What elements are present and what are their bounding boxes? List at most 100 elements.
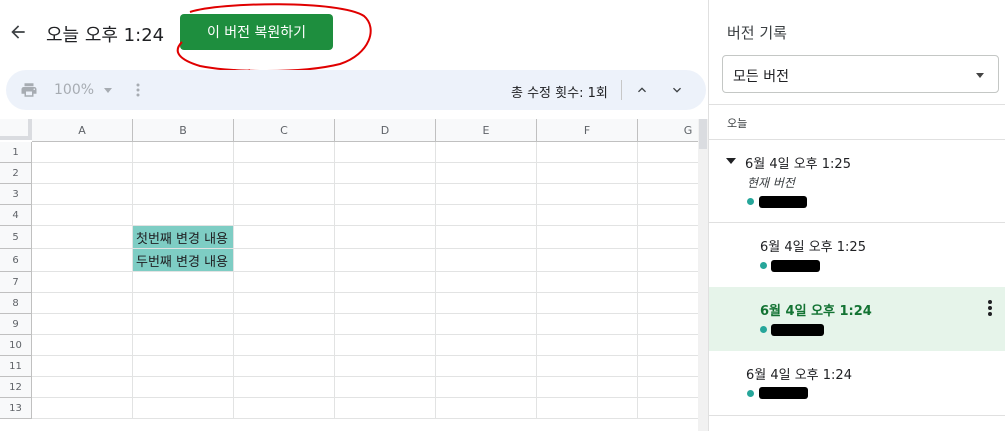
column-header[interactable]: F <box>537 119 638 142</box>
grid-cell[interactable] <box>537 205 638 226</box>
row-header[interactable]: 11 <box>0 356 32 377</box>
grid-cell[interactable] <box>537 356 638 377</box>
more-vert-icon[interactable] <box>132 81 144 99</box>
column-header[interactable]: A <box>32 119 133 142</box>
grid-cell[interactable] <box>32 272 133 293</box>
row-header[interactable]: 6 <box>0 249 32 272</box>
grid-cell[interactable] <box>537 226 638 249</box>
grid-cell[interactable] <box>537 272 638 293</box>
grid-cell[interactable] <box>537 398 638 419</box>
version-item-selected[interactable]: 6월 4일 오후 1:24 <box>709 287 1005 351</box>
cell-b5[interactable]: 첫번째 변경 내용 <box>133 226 234 249</box>
grid-cell[interactable] <box>32 314 133 335</box>
grid-cell[interactable] <box>436 184 537 205</box>
grid-cell[interactable] <box>335 272 436 293</box>
select-all-corner[interactable] <box>0 119 32 140</box>
grid-cell[interactable] <box>234 142 335 163</box>
grid-cell[interactable] <box>436 163 537 184</box>
grid-cell[interactable] <box>133 184 234 205</box>
grid-cell[interactable] <box>32 249 133 272</box>
grid-cell[interactable] <box>234 293 335 314</box>
grid-cell[interactable] <box>133 205 234 226</box>
column-header[interactable]: B <box>133 119 234 142</box>
row-header[interactable]: 4 <box>0 205 32 226</box>
grid-cell[interactable] <box>234 163 335 184</box>
grid-cell[interactable] <box>335 249 436 272</box>
grid-cell[interactable] <box>335 335 436 356</box>
grid-cell[interactable] <box>32 377 133 398</box>
grid-cell[interactable] <box>133 335 234 356</box>
grid-cell[interactable] <box>335 293 436 314</box>
row-header[interactable]: 7 <box>0 272 32 293</box>
grid-cell[interactable] <box>436 335 537 356</box>
grid-cell[interactable] <box>537 377 638 398</box>
grid-cell[interactable] <box>234 377 335 398</box>
row-header[interactable]: 8 <box>0 293 32 314</box>
row-header[interactable]: 10 <box>0 335 32 356</box>
grid-cell[interactable] <box>32 356 133 377</box>
grid-cell[interactable] <box>234 356 335 377</box>
grid-cell[interactable] <box>335 184 436 205</box>
grid-cell[interactable] <box>436 293 537 314</box>
grid-cell[interactable] <box>32 335 133 356</box>
grid-cell[interactable] <box>234 398 335 419</box>
grid-cell[interactable] <box>32 226 133 249</box>
grid-cell[interactable] <box>537 249 638 272</box>
grid-cell[interactable] <box>133 377 234 398</box>
row-header[interactable]: 2 <box>0 163 32 184</box>
grid-cell[interactable] <box>234 205 335 226</box>
previous-edit-icon[interactable] <box>634 82 650 98</box>
grid-cell[interactable] <box>32 205 133 226</box>
grid-cell[interactable] <box>335 356 436 377</box>
grid-cell[interactable] <box>335 377 436 398</box>
grid-cell[interactable] <box>133 142 234 163</box>
grid-cell[interactable] <box>436 398 537 419</box>
grid-cell[interactable] <box>32 142 133 163</box>
row-header[interactable]: 13 <box>0 398 32 419</box>
column-header[interactable]: E <box>436 119 537 142</box>
grid-cell[interactable] <box>133 272 234 293</box>
print-icon[interactable] <box>20 81 38 99</box>
scrollbar-thumb[interactable] <box>699 119 707 149</box>
grid-cell[interactable] <box>335 205 436 226</box>
version-item[interactable]: 6월 4일 오후 1:24 <box>709 351 1005 415</box>
grid-cell[interactable] <box>234 314 335 335</box>
row-header[interactable]: 9 <box>0 314 32 335</box>
version-item-current[interactable]: 6월 4일 오후 1:25 현재 버전 <box>709 140 1005 222</box>
grid-cell[interactable] <box>32 184 133 205</box>
grid-cell[interactable] <box>537 184 638 205</box>
grid-cell[interactable] <box>335 163 436 184</box>
grid-cell[interactable] <box>133 293 234 314</box>
grid-cell[interactable] <box>133 314 234 335</box>
grid-cell[interactable] <box>32 293 133 314</box>
grid-cell[interactable] <box>234 226 335 249</box>
cell-b6[interactable]: 두번째 변경 내용 <box>133 249 234 272</box>
expand-caret-icon[interactable] <box>726 158 736 164</box>
next-edit-icon[interactable] <box>669 82 685 98</box>
version-item[interactable]: 6월 4일 오후 1:25 <box>709 223 1005 287</box>
grid-cell[interactable] <box>234 249 335 272</box>
column-header[interactable]: C <box>234 119 335 142</box>
restore-version-button[interactable]: 이 버전 복원하기 <box>180 14 333 50</box>
row-header[interactable]: 3 <box>0 184 32 205</box>
grid-cell[interactable] <box>537 163 638 184</box>
row-header[interactable]: 1 <box>0 142 32 163</box>
back-arrow-icon[interactable] <box>8 22 28 42</box>
grid-cell[interactable] <box>436 377 537 398</box>
grid-cell[interactable] <box>335 314 436 335</box>
grid-cell[interactable] <box>335 398 436 419</box>
column-header[interactable]: D <box>335 119 436 142</box>
grid-cell[interactable] <box>436 226 537 249</box>
row-header[interactable]: 5 <box>0 226 32 249</box>
grid-cell[interactable] <box>436 314 537 335</box>
zoom-select[interactable]: 100% <box>54 82 94 98</box>
grid-cell[interactable] <box>133 163 234 184</box>
grid-cell[interactable] <box>133 356 234 377</box>
grid-cell[interactable] <box>537 293 638 314</box>
grid-cell[interactable] <box>133 398 234 419</box>
grid-cell[interactable] <box>234 272 335 293</box>
version-filter-dropdown[interactable]: 모든 버전 <box>722 55 999 93</box>
grid-cell[interactable] <box>436 249 537 272</box>
grid-cell[interactable] <box>335 226 436 249</box>
grid-cell[interactable] <box>537 335 638 356</box>
